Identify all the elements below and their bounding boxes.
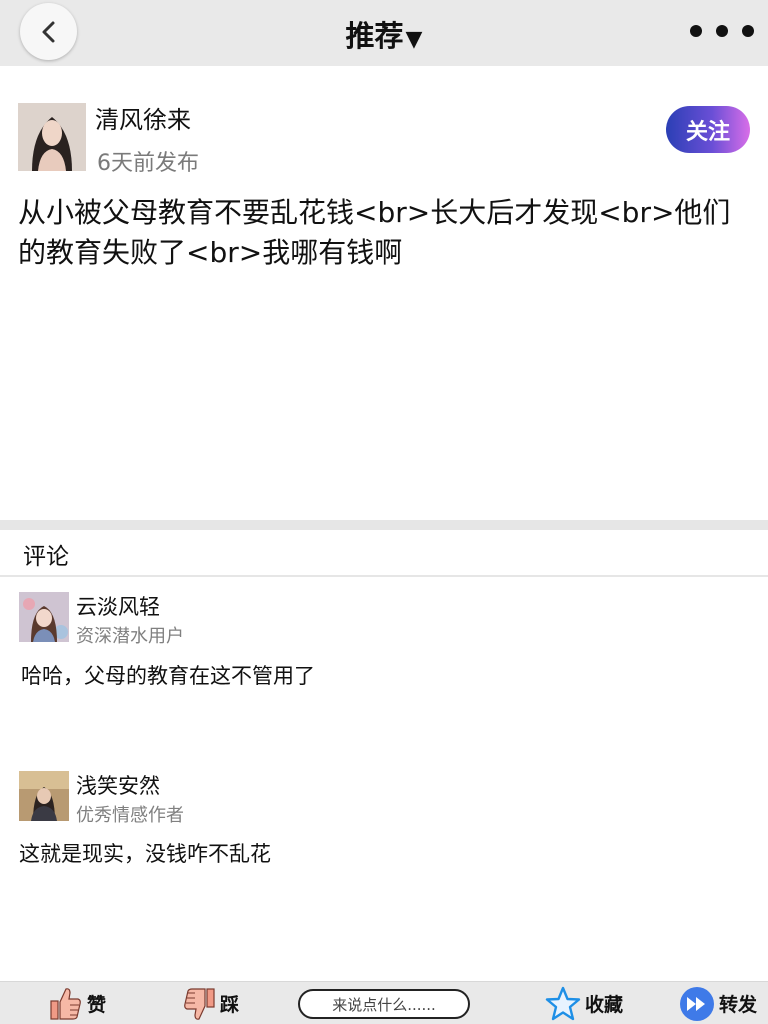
follow-button[interactable]: 关注 — [666, 106, 750, 153]
more-dot-icon — [690, 25, 702, 37]
author-name[interactable]: 清风徐来 — [95, 100, 191, 135]
dislike-button[interactable]: 踩 — [182, 982, 239, 1024]
more-button[interactable] — [690, 18, 754, 44]
commenter-name[interactable]: 浅笑安然 — [76, 770, 160, 800]
commenter-avatar[interactable] — [19, 771, 69, 821]
favorite-label: 收藏 — [585, 994, 624, 1016]
post-content: 从小被父母教育不要乱花钱<br>长大后才发现<br>他们的教育失败了<br>我哪… — [18, 196, 731, 269]
like-button[interactable]: 赞 — [49, 982, 106, 1024]
post-timestamp: 6天前发布 — [97, 151, 199, 176]
dropdown-caret-icon: ▼ — [405, 27, 423, 52]
comments-divider — [0, 575, 768, 577]
bottom-action-bar: 赞 踩 来说点什么...... 收藏 转发 — [0, 981, 768, 1024]
more-dot-icon — [742, 25, 754, 37]
thumbs-up-icon — [50, 987, 81, 1020]
dislike-label: 踩 — [220, 994, 240, 1016]
commenter-badge: 优秀情感作者 — [76, 805, 184, 826]
comments-heading: 评论 — [23, 544, 69, 570]
nav-title-label: 推荐 — [345, 19, 404, 53]
comment-text: 哈哈，父母的教育在这不管用了 — [21, 664, 315, 688]
like-label: 赞 — [87, 994, 107, 1016]
commenter-avatar[interactable] — [19, 592, 69, 642]
share-forward-icon — [680, 986, 714, 1021]
star-icon — [545, 986, 581, 1020]
author-avatar[interactable] — [18, 103, 86, 171]
commenter-name[interactable]: 云淡风轻 — [76, 591, 160, 621]
thumbs-down-icon — [184, 987, 215, 1020]
share-label: 转发 — [719, 994, 758, 1016]
more-dot-icon — [716, 25, 728, 37]
comment-text: 这就是现实，没钱咋不乱花 — [19, 842, 271, 866]
section-divider — [0, 520, 768, 530]
top-nav-bar: 推荐▼ — [0, 0, 768, 66]
share-button[interactable]: 转发 — [679, 982, 757, 1024]
feed-selector[interactable]: 推荐▼ — [0, 13, 768, 55]
favorite-button[interactable]: 收藏 — [545, 982, 623, 1024]
comment-input[interactable]: 来说点什么...... — [298, 989, 470, 1019]
commenter-badge: 资深潜水用户 — [76, 626, 184, 647]
